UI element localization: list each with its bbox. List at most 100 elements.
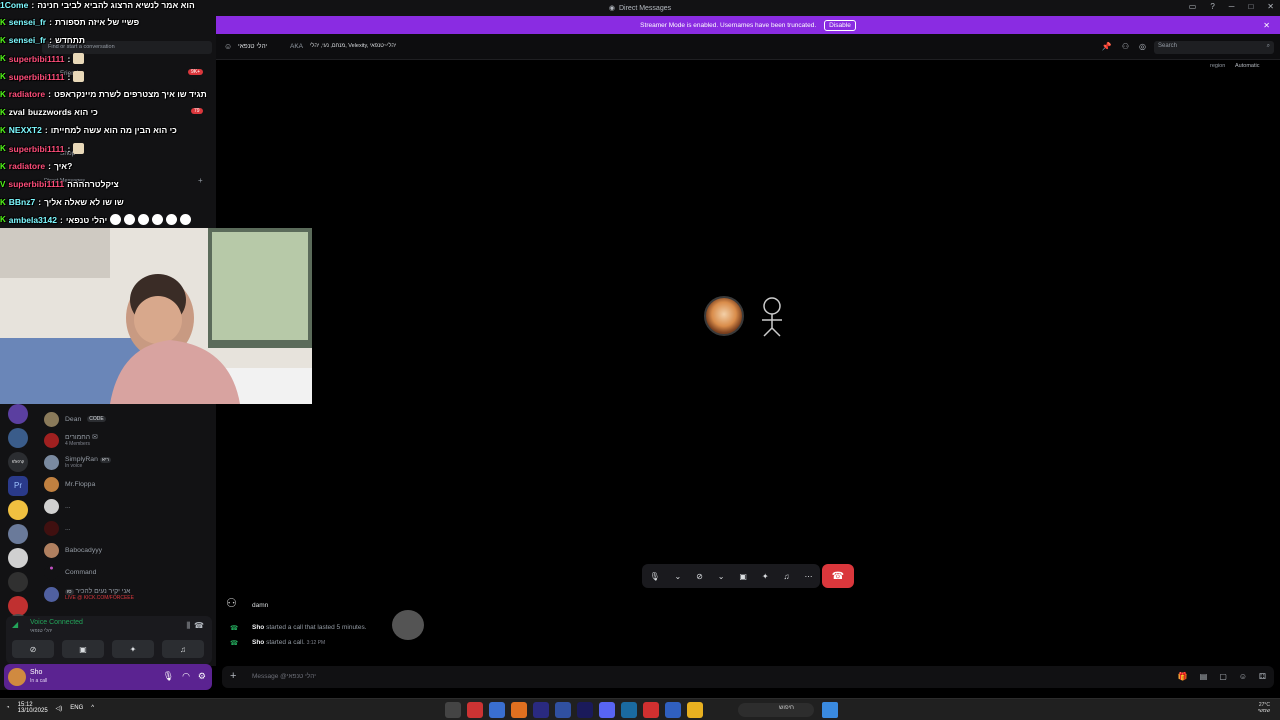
noise-suppression-icon[interactable]: ⫼ (186, 621, 190, 631)
dm-item[interactable]: ... (44, 518, 214, 538)
server-icon[interactable] (8, 548, 28, 568)
emoji-icon[interactable]: ☺ (1239, 672, 1247, 681)
disable-button[interactable]: Disable (824, 19, 856, 31)
message-input[interactable]: Message @יהלי טנפאי (252, 673, 316, 680)
avatar (44, 498, 59, 514)
add-friends-icon[interactable]: ⚇ (1122, 42, 1129, 51)
end-call-button[interactable]: ☎ (822, 564, 854, 588)
dm-item[interactable]: Mr.Floppa (44, 474, 214, 494)
server-icon[interactable]: קרפולפ (8, 452, 28, 472)
app-icon[interactable] (445, 702, 461, 718)
app-icon[interactable] (467, 702, 483, 718)
activity-icon[interactable]: ✦ (762, 572, 769, 581)
volume-icon[interactable]: ◁) (56, 705, 63, 712)
dm-item[interactable]: החמורים ✉ 4 Members (44, 430, 214, 450)
gif-icon[interactable]: ▤ (1200, 672, 1208, 681)
screen-share-button[interactable]: ▣ (62, 640, 104, 658)
soundboard-button[interactable]: ♫ (162, 640, 204, 658)
system-message: Sho started a call that lasted 5 minutes… (252, 624, 367, 631)
server-icon[interactable] (8, 524, 28, 544)
app-icon[interactable] (489, 702, 505, 718)
avatar[interactable]: ⚇ (226, 596, 242, 612)
participant-avatar[interactable] (704, 296, 744, 336)
camera-off-icon[interactable]: ⊘ (696, 572, 703, 581)
dm-item[interactable]: Babocadyyy (44, 540, 214, 560)
participant-avatar[interactable] (752, 294, 792, 338)
app-icon[interactable] (643, 702, 659, 718)
profile-icon[interactable]: ◎ (1139, 42, 1146, 51)
search-icon: ⌕ (1266, 43, 1270, 49)
search-input[interactable]: Search ⌕ (1154, 41, 1274, 54)
voice-channel[interactable]: יהלי טנפאי (30, 628, 52, 634)
window-title: Direct Messages (618, 4, 672, 12)
app-icon[interactable] (555, 702, 571, 718)
server-icon[interactable] (8, 428, 28, 448)
microphone-icon[interactable]: 🎙 (163, 671, 174, 682)
inbox-icon[interactable]: ▭ (1189, 2, 1197, 11)
dm-item[interactable]: Dean CODE (44, 409, 214, 429)
minimize-button[interactable]: ─ (1229, 2, 1235, 11)
taskbar-search[interactable]: חיפוש (738, 703, 814, 717)
username[interactable]: Sho (30, 669, 42, 676)
chevron-down-icon[interactable]: ⌄ (718, 572, 725, 581)
message-composer: + Message @יהלי טנפאי 🎁 ▤ ▢ ☺ ⚃ (222, 666, 1274, 688)
app-icon[interactable] (533, 702, 549, 718)
activity-button[interactable]: ✦ (112, 640, 154, 658)
pin-icon[interactable]: 📌 (1102, 42, 1112, 51)
close-icon[interactable]: ✕ (1263, 21, 1270, 30)
chevron-down-icon[interactable]: ⌄ (675, 572, 682, 581)
avatar (44, 476, 59, 492)
close-button[interactable]: ✕ (1267, 2, 1274, 11)
soundboard-icon[interactable]: ♫ (784, 572, 790, 581)
call-icon: ☎ (230, 625, 239, 632)
message-text: damn (252, 602, 269, 609)
sticker-icon[interactable]: ▢ (1219, 672, 1227, 681)
avatar[interactable] (8, 668, 26, 686)
apps-icon[interactable]: ⚃ (1259, 672, 1266, 681)
app-icon[interactable] (621, 702, 637, 718)
lang-indicator[interactable]: ENG (70, 705, 83, 711)
disconnect-icon[interactable]: ☎ (194, 621, 204, 630)
dm-item[interactable]: ... (44, 496, 214, 516)
chevron-up-icon[interactable]: ^ (91, 705, 94, 711)
add-dm-icon[interactable]: + (198, 176, 203, 185)
find-conversation-input[interactable]: Find or start a conversation (42, 41, 212, 54)
more-icon[interactable]: ⋯ (804, 572, 812, 581)
dm-item[interactable]: SimplyRan ריא In voice (44, 452, 214, 472)
help-icon[interactable]: ? (1210, 2, 1214, 11)
window-controls: ▭ ? ─ □ ✕ (1189, 2, 1274, 11)
user-panel: Sho In a call 🎙 ◠ ⚙ (4, 664, 212, 690)
server-icon[interactable] (8, 404, 28, 424)
dm-item[interactable]: אני יקיר נעים להכיר סו LIVE @ KICK.COM/FO… (44, 584, 214, 604)
user-status: In a call (30, 678, 48, 684)
dm-item[interactable]: ● Command (44, 562, 214, 582)
wifi-icon[interactable]: ◔ (6, 705, 10, 711)
camera-button[interactable]: ⊘ (12, 640, 54, 658)
dm-recipient-name: יהלי טנפאי (238, 43, 268, 50)
screen-share-icon[interactable]: ▣ (739, 572, 747, 581)
shop-link[interactable]: Shop (60, 150, 75, 157)
server-icon[interactable] (8, 596, 28, 616)
premiere-icon[interactable] (577, 702, 593, 718)
title-bar: ◉ Direct Messages (0, 0, 1280, 16)
app-icon[interactable] (511, 702, 527, 718)
add-attachment-icon[interactable]: + (230, 670, 236, 682)
friends-link[interactable]: Friends (60, 70, 82, 77)
premiere-server-icon[interactable]: Pr (8, 476, 28, 496)
microphone-icon[interactable]: 🎙 (649, 572, 659, 581)
server-icon[interactable] (8, 500, 28, 520)
aka-names[interactable]: מנחם, נעי, יהלי, Velexity, יהלי~טנפאי (310, 43, 396, 49)
weather-widget[interactable]: 27°C שמשי (1258, 702, 1270, 714)
maximize-button[interactable]: □ (1248, 2, 1253, 11)
windows-start-icon[interactable] (822, 702, 838, 718)
settings-gear-icon[interactable]: ⚙ (198, 671, 206, 682)
gift-icon[interactable]: 🎁 (1178, 672, 1188, 681)
server-icon[interactable] (8, 572, 28, 592)
avatar (44, 586, 59, 602)
headphones-icon[interactable]: ◠ (182, 671, 190, 682)
folder-icon[interactable] (687, 702, 703, 718)
discord-icon[interactable] (599, 702, 615, 718)
region-select[interactable]: Automatic (1235, 63, 1259, 69)
skull-emote-icon (392, 610, 424, 640)
app-icon[interactable] (665, 702, 681, 718)
